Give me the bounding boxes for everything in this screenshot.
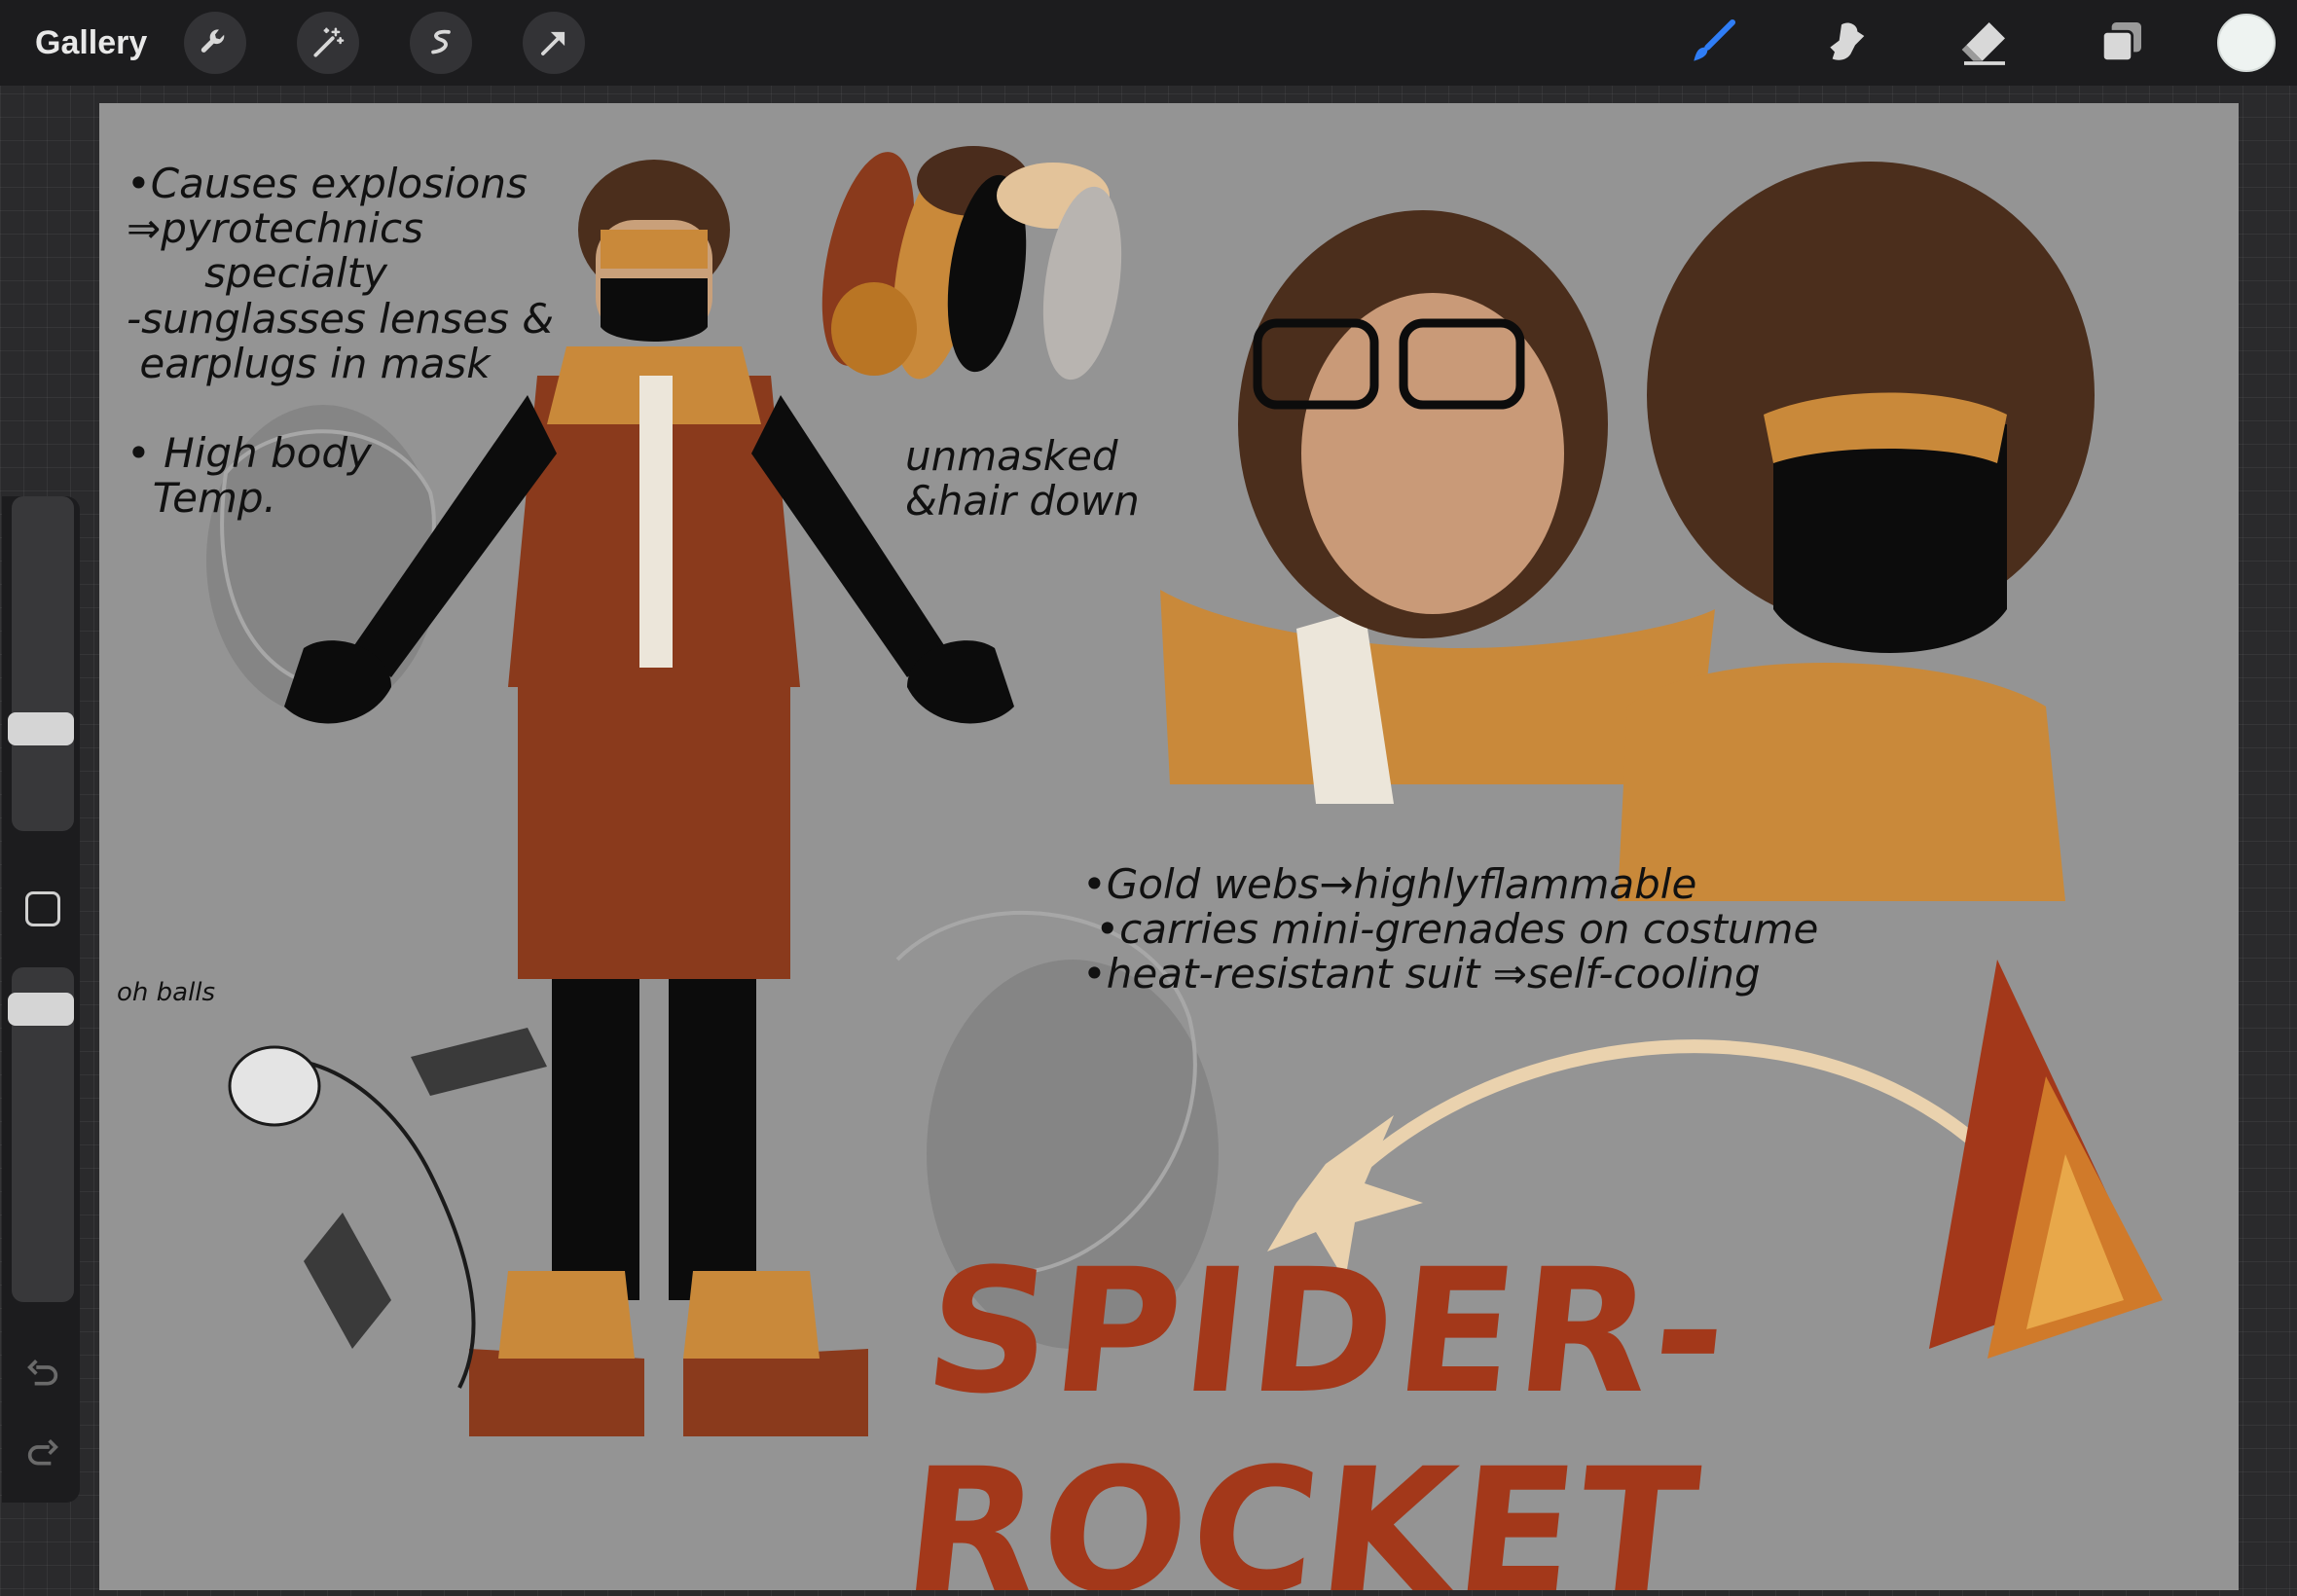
transform-button[interactable] <box>523 12 586 74</box>
eraser-tool[interactable] <box>1951 9 2019 77</box>
title-lettering: SPIDER-ROCKET <box>895 1232 1740 1590</box>
transform-arrow-icon <box>541 31 565 55</box>
abilities-note: •Causes explosions ⇒pyrotechnics special… <box>127 160 555 523</box>
selection-icon <box>431 29 452 54</box>
masked-portrait <box>1618 162 2095 901</box>
brush-icon <box>1694 18 1736 61</box>
wrench-icon <box>201 29 225 53</box>
layers-tool[interactable] <box>2087 9 2155 77</box>
oh-balls-note: oh balls <box>117 978 216 1007</box>
smudge-icon <box>1830 22 1865 60</box>
gallery-button[interactable]: Gallery <box>35 24 147 62</box>
layers-icon <box>2100 22 2141 63</box>
actions-button[interactable] <box>184 12 247 74</box>
oh-balls-sketch <box>228 1028 547 1389</box>
redo-icon[interactable] <box>23 1433 62 1471</box>
smudge-tool[interactable] <box>1814 9 1882 77</box>
suit-notes: •Gold webs→highlyflammable •carries mini… <box>1082 860 1819 998</box>
opacity-knob[interactable] <box>8 993 74 1026</box>
adjustments-button[interactable] <box>297 12 360 74</box>
right-tool-group <box>1610 0 2297 86</box>
unmasked-note: unmasked &hair down <box>905 432 1140 526</box>
top-toolbar: Gallery <box>0 0 2297 86</box>
color-picker-swatch[interactable] <box>2217 14 2276 72</box>
modify-button[interactable] <box>25 891 60 926</box>
drawing-canvas[interactable]: •Causes explosions ⇒pyrotechnics special… <box>99 103 2239 1590</box>
left-sidebar <box>2 496 80 1503</box>
brush-size-knob[interactable] <box>8 712 74 745</box>
palette-swatch <box>831 282 917 376</box>
magic-wand-icon <box>313 27 345 57</box>
brush-tool[interactable] <box>1678 9 1746 77</box>
brush-size-slider[interactable] <box>12 496 74 831</box>
undo-icon[interactable] <box>23 1353 62 1392</box>
selection-button[interactable] <box>410 12 473 74</box>
color-palette <box>821 146 1122 381</box>
eraser-icon <box>1961 22 2005 65</box>
